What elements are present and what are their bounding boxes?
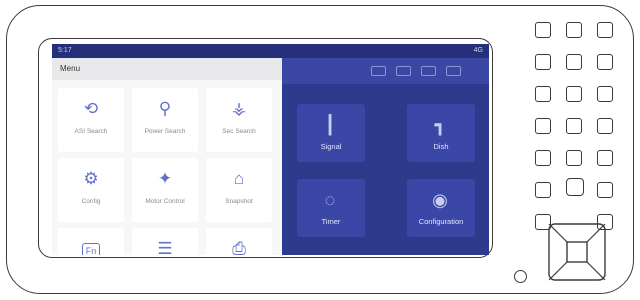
menu-item-power-search[interactable]: ⚲ Power Search bbox=[132, 88, 198, 152]
bg-tile-label: Timer bbox=[321, 217, 341, 226]
status-bar: 5:17 4G bbox=[52, 44, 489, 58]
bg-tile-configuration[interactable]: ◉ Configuration bbox=[407, 179, 475, 237]
hw-key[interactable] bbox=[535, 22, 551, 38]
menu-item-label: ASI Search bbox=[74, 128, 108, 135]
bg-tile-signal[interactable]: ┃ Signal bbox=[297, 104, 365, 162]
bg-tile-timer[interactable]: ◌ Timer bbox=[297, 179, 365, 237]
hw-key[interactable] bbox=[566, 86, 582, 102]
menu-item-label: Sec Search bbox=[222, 128, 256, 135]
toolbar-icon-2[interactable] bbox=[396, 66, 411, 76]
bg-tile-label: Signal bbox=[320, 142, 342, 151]
sliders-icon: ☰ bbox=[157, 239, 173, 255]
hw-key[interactable] bbox=[535, 54, 551, 70]
hw-key[interactable] bbox=[597, 22, 613, 38]
menu-item-label: Snapshot bbox=[225, 198, 253, 205]
menu-item-snapshot[interactable]: ⌂ Snapshot bbox=[206, 158, 272, 222]
bg-tile-label: Configuration bbox=[418, 217, 464, 226]
hw-key[interactable] bbox=[535, 150, 551, 166]
hw-key[interactable] bbox=[535, 182, 551, 198]
toolbar-icon-1[interactable] bbox=[371, 66, 386, 76]
menu-item-label: Power Search bbox=[144, 128, 186, 135]
status-time: 5:17 bbox=[58, 47, 72, 54]
pin-icon: ┃ bbox=[324, 115, 336, 135]
dpad-ok-button[interactable] bbox=[566, 241, 588, 263]
fn-icon: Fn bbox=[79, 238, 103, 255]
bg-tile-dish[interactable]: ┓ Dish bbox=[407, 104, 475, 162]
toolbar-icons bbox=[371, 66, 461, 76]
hw-key[interactable] bbox=[566, 150, 582, 166]
timer-icon: ◌ bbox=[324, 190, 336, 210]
camera-icon: ⌂ bbox=[233, 169, 245, 188]
gear-icon: ⚙ bbox=[83, 169, 99, 188]
printer-icon: ⎙ bbox=[232, 239, 246, 255]
hw-key[interactable] bbox=[597, 150, 613, 166]
bg-tile-label: Dish bbox=[433, 142, 449, 151]
hw-key-center[interactable] bbox=[566, 178, 584, 196]
menu-item-motor-control[interactable]: ✦ Motor Control bbox=[132, 158, 198, 222]
side-menu: Menu ⟲ ASI Search ⚲ Power Search ⚶ Sec S… bbox=[52, 58, 282, 255]
toolbar-icon-4[interactable] bbox=[446, 66, 461, 76]
search-icon: ⟲ bbox=[83, 99, 99, 118]
satellite-dish-icon: ✦ bbox=[157, 169, 173, 188]
hw-key[interactable] bbox=[597, 118, 613, 134]
menu-title: Menu bbox=[60, 64, 81, 73]
toolbar-icon-3[interactable] bbox=[421, 66, 436, 76]
device-screen: 5:17 4G ┃ Signal ┓ Dish ◌ Timer ◉ Config… bbox=[52, 44, 489, 255]
menu-item-printer[interactable]: ⎙ bbox=[206, 228, 272, 255]
menu-header: Menu bbox=[52, 58, 282, 80]
hw-key[interactable] bbox=[566, 22, 582, 38]
antenna-icon: ⚶ bbox=[231, 99, 247, 118]
hw-key[interactable] bbox=[597, 54, 613, 70]
hw-key[interactable] bbox=[535, 86, 551, 102]
hw-key[interactable] bbox=[535, 118, 551, 134]
menu-item-label: Config bbox=[81, 198, 101, 205]
power-search-icon: ⚲ bbox=[158, 99, 172, 118]
dpad[interactable] bbox=[547, 222, 607, 282]
power-led bbox=[514, 270, 527, 283]
menu-item-asi-search[interactable]: ⟲ ASI Search bbox=[58, 88, 124, 152]
status-signal: 4G bbox=[473, 47, 483, 54]
menu-item-sliders[interactable]: ☰ bbox=[132, 228, 198, 255]
hw-key[interactable] bbox=[597, 182, 613, 198]
hw-key[interactable] bbox=[597, 86, 613, 102]
dish-icon: ┓ bbox=[434, 115, 446, 135]
menu-item-sec-search[interactable]: ⚶ Sec Search bbox=[206, 88, 272, 152]
hw-key[interactable] bbox=[566, 54, 582, 70]
hw-key[interactable] bbox=[566, 118, 582, 134]
menu-item-label: Motor Control bbox=[145, 198, 185, 205]
menu-item-config[interactable]: ⚙ Config bbox=[58, 158, 124, 222]
target-icon: ◉ bbox=[432, 190, 448, 210]
menu-item-fn[interactable]: Fn bbox=[58, 228, 124, 255]
